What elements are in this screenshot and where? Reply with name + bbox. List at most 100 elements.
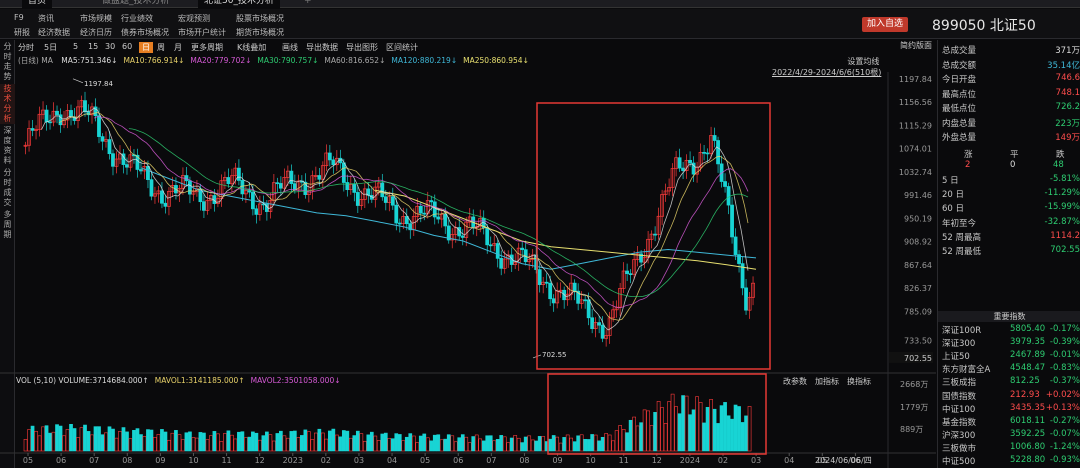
volume-bar: [600, 436, 605, 452]
volume-bar: [348, 437, 353, 452]
volume-bar: [740, 422, 745, 452]
add-indicator-button[interactable]: 加指标: [815, 376, 839, 387]
volume-bar: [572, 441, 577, 452]
volume-bar: [681, 395, 685, 452]
x-axis-label: 02: [321, 456, 331, 465]
volume-bar: [464, 436, 469, 452]
volume-bar: [499, 435, 504, 452]
volume-bar: [376, 440, 381, 452]
perf-label: 5 日: [942, 176, 959, 186]
candle-body: [677, 157, 682, 169]
candle-body: [111, 153, 115, 167]
volume-bar: [744, 415, 748, 452]
volume-bar: [432, 434, 437, 452]
index-row[interactable]: 三板成指 812.25 -0.37%: [942, 376, 1080, 388]
index-price: 212.93: [1010, 389, 1040, 400]
volume-bar: [471, 436, 476, 452]
quote-label: 总成交额: [942, 60, 977, 71]
index-row[interactable]: 东方财富全A 4548.47 -0.83%: [942, 363, 1080, 375]
price-axis-label: 867.64: [904, 261, 932, 270]
x-axis-label: 08: [519, 456, 529, 465]
volume-bar: [663, 423, 668, 452]
x-axis-label: 03: [751, 456, 761, 465]
volume-bar: [132, 430, 136, 452]
volume-bar: [516, 437, 521, 452]
volume-bar: [282, 435, 287, 452]
volume-bar: [156, 434, 161, 452]
index-name: 深证100R: [942, 326, 982, 336]
index-row[interactable]: 深证300 3979.35 -0.39%: [942, 337, 1080, 349]
volume-bar: [726, 415, 731, 452]
quote-panel: 总成交量 371万 总成交额 35.14亿 今日开盘 746.6 最高点位 748.1 最低点位…: [937, 40, 1080, 468]
perf-label: 年初至今: [942, 218, 977, 229]
index-row[interactable]: 中证500 5228.80 -0.93%: [942, 455, 1080, 467]
volume-bar: [635, 425, 640, 452]
volume-bar: [649, 425, 654, 452]
candle-body: [48, 121, 52, 124]
volume-bar: [27, 429, 31, 452]
volume-bar: [628, 419, 633, 452]
breadth-flat-count: 0: [1010, 160, 1016, 170]
candle-body: [586, 299, 591, 319]
volume-bar: [300, 435, 304, 452]
volume-bar: [184, 432, 189, 452]
volume-bar: [656, 401, 661, 452]
quote-value: 149万: [1055, 133, 1080, 143]
index-price: 2467.89: [1010, 350, 1046, 361]
volume-bar: [705, 407, 710, 452]
volume-bar: [565, 434, 570, 452]
index-row[interactable]: 上证50 2467.89 -0.01%: [942, 350, 1080, 362]
candle-body: [583, 299, 588, 302]
candle-body: [125, 164, 129, 168]
high-annotation: 1197.84: [84, 80, 113, 88]
volume-bar: [611, 440, 615, 452]
volume-bar: [34, 430, 38, 452]
volume-bar: [415, 442, 420, 452]
index-row[interactable]: 中证100 3435.35 +0.13%: [942, 403, 1080, 415]
quote-label: 今日开盘: [942, 75, 977, 85]
volume-bar: [632, 416, 636, 452]
candle-body: [422, 212, 427, 215]
candle-body: [397, 222, 402, 225]
volume-bar: [331, 428, 336, 452]
volume-bar: [258, 439, 262, 452]
volume-bar: [334, 434, 339, 452]
switch-indicator-button[interactable]: 换指标: [847, 376, 871, 387]
volume-bar: [293, 430, 297, 452]
volume-bar: [261, 435, 266, 452]
volume-bar: [226, 430, 231, 452]
candle-body: [390, 196, 395, 206]
volume-bar: [251, 431, 255, 452]
index-row[interactable]: 沪深300 3592.25 -0.07%: [942, 429, 1080, 441]
index-row[interactable]: 基金指数 6018.11 -0.27%: [942, 416, 1080, 428]
volume-bar: [125, 431, 129, 452]
index-row[interactable]: 三板做市 1006.80 -1.24%: [942, 442, 1080, 454]
perf-label: 52 周最高: [942, 232, 982, 243]
candle-body: [292, 183, 297, 191]
price-axis-label: 1115.29: [899, 121, 932, 130]
volume-bar: [436, 434, 441, 452]
candle-body: [55, 110, 59, 116]
index-row[interactable]: 国债指数 212.93 +0.02%: [942, 390, 1080, 402]
volume-bar: [355, 430, 360, 452]
volume-bar: [614, 430, 619, 452]
volume-bar: [446, 434, 451, 452]
volume-bar: [551, 435, 556, 452]
price-chart[interactable]: 1197.84 1156.56 1115.29 1074.01 1032.74 991.4…: [0, 0, 1080, 468]
perf-value: -5.81%: [1049, 174, 1080, 184]
candle-body: [341, 162, 346, 183]
current-date: 2024/06/06/四: [815, 456, 872, 465]
volume-bar: [691, 409, 696, 452]
volume-bar: [541, 436, 546, 452]
volume-bar: [37, 435, 42, 452]
volume-bar: [254, 432, 259, 452]
volume-bar: [149, 429, 154, 452]
index-change: -0.39%: [1049, 337, 1080, 348]
volume-bar: [90, 434, 94, 452]
candle-body: [429, 200, 434, 203]
index-row[interactable]: 深证100R 5805.40 -0.17%: [942, 324, 1080, 336]
change-params-button[interactable]: 改参数: [783, 376, 807, 387]
volume-bar: [408, 433, 413, 452]
volume-bar: [265, 431, 269, 452]
volume-bar: [583, 439, 588, 452]
